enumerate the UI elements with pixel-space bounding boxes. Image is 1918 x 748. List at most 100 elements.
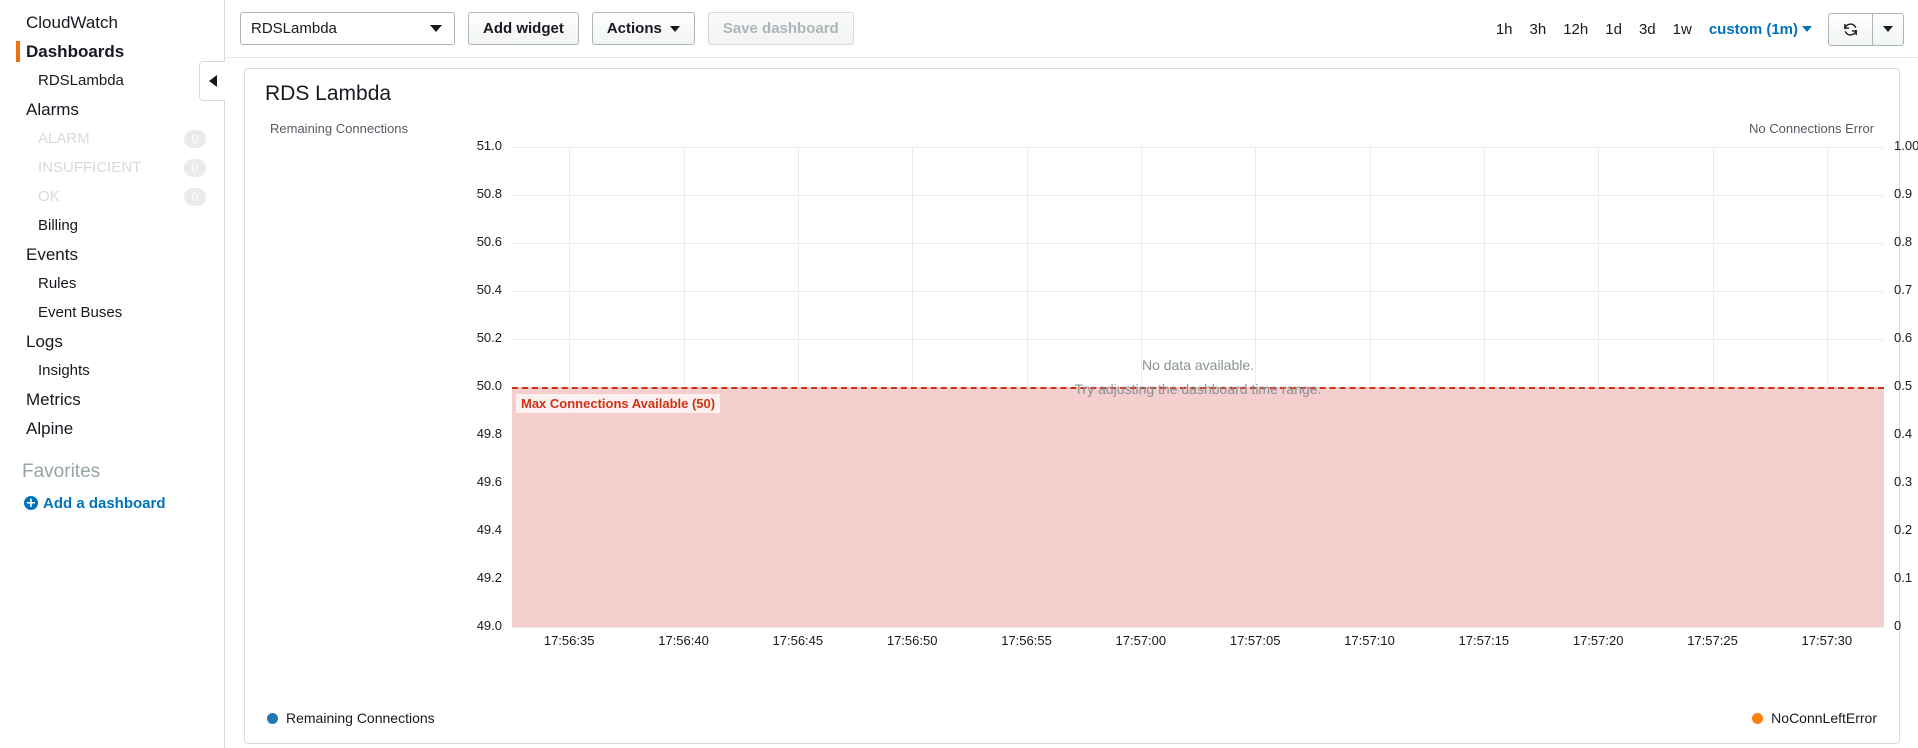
- left-axis-tick-label: 49.0: [476, 618, 502, 633]
- custom-time-range-button[interactable]: custom (1m): [1709, 21, 1798, 38]
- sidebar-item-rules[interactable]: Rules: [0, 269, 224, 298]
- sidebar-item-billing[interactable]: Billing: [0, 211, 224, 240]
- time-range-12h[interactable]: 12h: [1563, 21, 1588, 38]
- time-range-1d[interactable]: 1d: [1605, 21, 1622, 38]
- x-axis-tick-label: 17:56:50: [886, 633, 938, 648]
- refresh-control: [1828, 12, 1904, 46]
- left-axis-tick-label: 50.8: [476, 186, 502, 201]
- refresh-icon: [1844, 22, 1857, 36]
- sidebar-item-cloudwatch[interactable]: CloudWatch: [0, 8, 224, 37]
- sidebar-item-alarms[interactable]: Alarms: [0, 95, 224, 124]
- legend-item-left[interactable]: Remaining Connections: [267, 710, 435, 726]
- right-axis-tick-label: 0: [1894, 618, 1902, 633]
- actions-button[interactable]: Actions: [591, 12, 695, 45]
- left-axis-tick-label: 50.4: [476, 282, 502, 297]
- x-axis-tick-label: 17:57:05: [1229, 633, 1281, 648]
- x-axis-tick-label: 17:56:55: [1001, 633, 1052, 648]
- right-axis-tick-label: 1.00: [1894, 138, 1918, 153]
- sidebar-item-events[interactable]: Events: [0, 240, 224, 269]
- toolbar: RDSLambda Add widget Actions Save dashbo…: [226, 0, 1918, 58]
- annotation-label: Max Connections Available (50): [516, 394, 721, 413]
- sidebar-item-dashboards[interactable]: Dashboards: [0, 37, 224, 66]
- chart-plot-area: Max Connections Available (50) No data a…: [477, 138, 1918, 648]
- sidebar-item-label: Alarms: [26, 99, 79, 119]
- gridline: [512, 195, 1884, 196]
- right-axis-tick-label: 0.2: [1894, 522, 1913, 537]
- time-range-1w[interactable]: 1w: [1673, 21, 1692, 38]
- left-axis-tick-label: 49.2: [476, 570, 502, 585]
- annotation-line: [512, 387, 1884, 389]
- refresh-options-button[interactable]: [1873, 14, 1903, 45]
- sidebar-item-ok[interactable]: OK 0: [0, 182, 224, 211]
- save-dashboard-label: Save dashboard: [722, 20, 839, 37]
- sidebar-item-count-badge: 0: [184, 187, 206, 206]
- sidebar-item-alpine[interactable]: Alpine: [0, 414, 224, 443]
- sidebar-item-count-badge: 0: [184, 129, 206, 148]
- chevron-down-icon: [1883, 26, 1893, 32]
- sidebar-item-metrics[interactable]: Metrics: [0, 385, 224, 414]
- left-axis-tick-label: 49.6: [476, 474, 502, 489]
- sidebar-nav: CloudWatch Dashboards RDSLambda Alarms ALARM…: [0, 8, 224, 455]
- sidebar-item-label: Logs: [26, 331, 63, 351]
- x-axis-tick-label: 17:56:45: [772, 633, 824, 648]
- left-axis-tick-label: 50.0: [476, 378, 502, 393]
- sidebar-item-alarm[interactable]: ALARM 0: [0, 124, 224, 153]
- x-axis-tick-label: 17:56:40: [658, 633, 709, 648]
- right-axis-tick-label: 0.4: [1894, 426, 1913, 441]
- left-axis-tick-label: 49.8: [476, 426, 502, 441]
- chevron-down-icon: [669, 25, 680, 32]
- gridline: [512, 147, 1884, 148]
- sidebar-collapse-button[interactable]: [199, 61, 225, 101]
- save-dashboard-button[interactable]: Save dashboard: [707, 12, 854, 45]
- x-axis-tick-label: 17:56:35: [543, 633, 595, 648]
- time-range-controls: 1h 3h 12h 1d 3d 1w custom (1m): [1496, 0, 1904, 58]
- refresh-button[interactable]: [1829, 13, 1873, 45]
- time-range-3h[interactable]: 3h: [1530, 21, 1547, 38]
- sidebar-item-insufficient[interactable]: INSUFFICIENT 0: [0, 153, 224, 182]
- actions-label: Actions: [606, 20, 662, 37]
- sidebar-item-label: OK: [38, 188, 60, 205]
- add-dashboard-link[interactable]: + Add a dashboard: [0, 489, 224, 517]
- gridline: [512, 291, 1884, 292]
- main-content: RDSLambda Add widget Actions Save dashbo…: [226, 0, 1918, 748]
- sidebar-item-count-badge: 0: [184, 158, 206, 177]
- time-range-options: 1h 3h 12h 1d 3d 1w: [1496, 21, 1709, 38]
- plus-icon: +: [24, 495, 38, 511]
- dashboard-select[interactable]: RDSLambda: [240, 12, 455, 45]
- add-widget-button[interactable]: Add widget: [468, 12, 579, 45]
- x-axis-tick-label: 17:57:25: [1687, 633, 1738, 648]
- right-axis-tick-label: 0.8: [1894, 234, 1913, 249]
- left-axis-title: Remaining Connections: [270, 121, 409, 136]
- dashboard-widget: RDS Lambda Remaining Connections No Conn…: [244, 68, 1918, 744]
- sidebar-item-event-buses[interactable]: Event Buses: [0, 298, 224, 327]
- time-range-3d[interactable]: 3d: [1639, 21, 1656, 38]
- legend-color-swatch: [1752, 712, 1764, 724]
- sidebar-item-insights[interactable]: Insights: [0, 356, 224, 385]
- sidebar-item-label: Metrics: [26, 389, 81, 409]
- legend-item-right[interactable]: NoConnLeftError: [1752, 710, 1877, 726]
- right-axis-tick-label: 0.6: [1894, 330, 1913, 345]
- sidebar-item-label: Events: [26, 244, 78, 264]
- chevron-down-icon[interactable]: [1802, 26, 1812, 32]
- sidebar-item-rdslambda[interactable]: RDSLambda: [0, 66, 224, 95]
- legend-label: NoConnLeftError: [1771, 710, 1877, 726]
- sidebar-item-label: Dashboards: [26, 41, 125, 61]
- left-axis-tick-label: 49.4: [476, 522, 502, 537]
- sidebar-item-label: ALARM: [38, 130, 90, 147]
- right-axis-tick-label: 0.3: [1894, 474, 1913, 489]
- dashboard-select-value: RDSLambda: [251, 20, 337, 37]
- sidebar-item-label: INSUFFICIENT: [38, 159, 142, 176]
- sidebar-item-logs[interactable]: Logs: [0, 327, 224, 356]
- add-widget-label: Add widget: [483, 20, 564, 37]
- caret-left-icon: [208, 75, 217, 87]
- time-range-1h[interactable]: 1h: [1496, 21, 1513, 38]
- annotation-band: [512, 387, 1884, 627]
- left-axis-tick-label: 51.0: [476, 138, 502, 153]
- chevron-down-icon: [430, 25, 442, 32]
- right-axis-tick-label: 0.7: [1894, 282, 1913, 297]
- sidebar-item-label: CloudWatch: [26, 12, 118, 32]
- x-axis-tick-label: 17:57:15: [1458, 633, 1510, 648]
- legend-label: Remaining Connections: [286, 710, 435, 726]
- left-axis-tick-label: 50.6: [476, 234, 502, 249]
- sidebar-item-label: Billing: [38, 217, 79, 234]
